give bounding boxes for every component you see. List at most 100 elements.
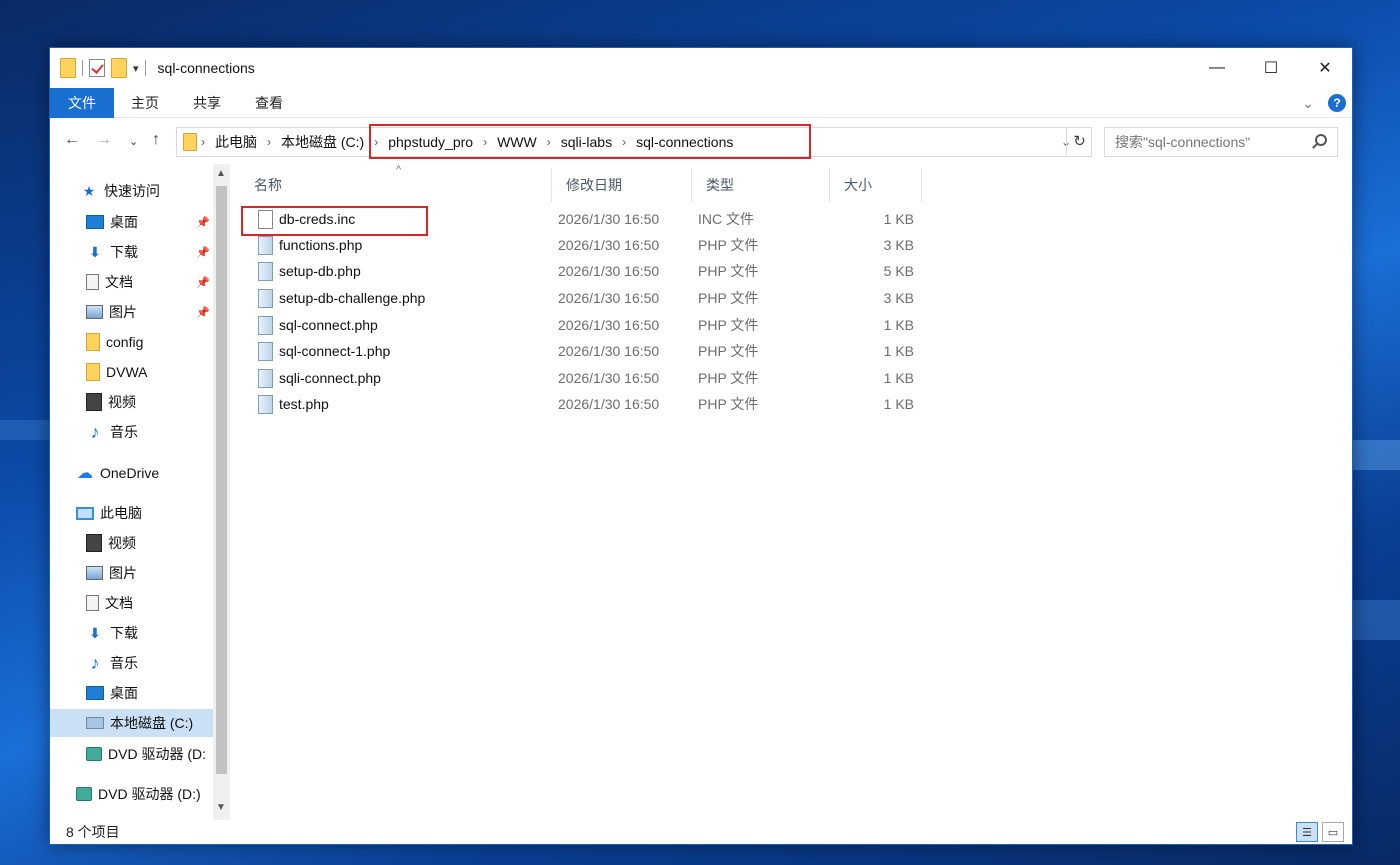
tab-share[interactable]: 共享 bbox=[176, 88, 238, 118]
tab-file[interactable]: 文件 bbox=[50, 87, 114, 118]
table-row[interactable]: sql-connect-1.php 2026/1/30 16:50 PHP 文件… bbox=[240, 338, 940, 364]
ribbon-right: ⌄ ? bbox=[1302, 94, 1346, 112]
folder-icon bbox=[86, 363, 100, 381]
file-date: 2026/1/30 16:50 bbox=[558, 370, 660, 386]
view-switcher: ☰ ▭ bbox=[1296, 822, 1344, 842]
large-icons-view-icon[interactable]: ▭ bbox=[1322, 822, 1344, 842]
nav-item-dvwa[interactable]: DVWA bbox=[86, 358, 147, 386]
table-row[interactable]: setup-db-challenge.php 2026/1/30 16:50 P… bbox=[240, 285, 940, 311]
breadcrumb-local-disk[interactable]: 本地磁盘 (C:) bbox=[281, 132, 364, 152]
pin-icon[interactable]: 📌 bbox=[196, 306, 210, 319]
folder-icon bbox=[86, 333, 100, 351]
nav-item-onedrive[interactable]: ☁ OneDrive bbox=[76, 459, 159, 487]
back-arrow-icon[interactable]: ← bbox=[64, 131, 80, 149]
column-header-type[interactable]: 类型 bbox=[692, 168, 830, 202]
expand-ribbon-chevron-icon[interactable]: ⌄ bbox=[1302, 95, 1314, 112]
nav-item-dvd-drive[interactable]: DVD 驱动器 (D:) bbox=[76, 780, 201, 808]
nav-item-music[interactable]: ♪ 音乐 bbox=[86, 649, 139, 677]
file-date: 2026/1/30 16:50 bbox=[558, 237, 660, 253]
tab-home[interactable]: 主页 bbox=[114, 88, 176, 118]
window-controls: — ☐ ✕ bbox=[1190, 48, 1352, 88]
column-header-name[interactable]: 名称 ^ bbox=[240, 164, 552, 202]
maximize-button[interactable]: ☐ bbox=[1244, 48, 1298, 88]
properties-icon[interactable] bbox=[89, 59, 105, 77]
search-box[interactable] bbox=[1104, 127, 1338, 157]
file-name: sql-connect-1.php bbox=[279, 343, 391, 359]
nav-item-music[interactable]: ♪ 音乐 bbox=[86, 418, 139, 446]
pin-icon[interactable]: 📌 bbox=[196, 246, 210, 259]
column-header-size[interactable]: 大小 bbox=[830, 168, 922, 202]
pin-icon[interactable]: 📌 bbox=[196, 276, 210, 289]
scroll-up-icon[interactable]: ▲ bbox=[216, 168, 226, 179]
nav-item-label: 文档 bbox=[105, 274, 133, 290]
file-name-cell[interactable]: test.php bbox=[258, 391, 329, 417]
search-icon[interactable] bbox=[1315, 134, 1327, 146]
nav-item-desktop[interactable]: 桌面 bbox=[86, 679, 138, 707]
close-button[interactable]: ✕ bbox=[1298, 48, 1352, 88]
nav-item-label: 视频 bbox=[108, 535, 136, 551]
breadcrumb-this-pc[interactable]: 此电脑 bbox=[215, 132, 257, 152]
file-size: 1 KB bbox=[883, 396, 914, 412]
tab-view[interactable]: 查看 bbox=[238, 88, 300, 118]
php-file-icon bbox=[258, 261, 273, 281]
new-folder-icon[interactable] bbox=[111, 58, 127, 78]
scrollbar-thumb[interactable] bbox=[216, 186, 227, 774]
nav-item-documents[interactable]: 文档 bbox=[86, 268, 133, 296]
minimize-button[interactable]: — bbox=[1190, 48, 1244, 88]
nav-item-this-pc[interactable]: 此电脑 bbox=[76, 499, 142, 527]
php-file-icon bbox=[258, 341, 273, 361]
quick-access-toolbar: ▾ bbox=[60, 58, 146, 78]
file-name-cell[interactable]: sql-connect.php bbox=[258, 312, 378, 338]
column-header-date[interactable]: 修改日期 bbox=[552, 168, 692, 202]
path-highlight-box bbox=[369, 124, 811, 159]
nav-item-label: config bbox=[106, 334, 144, 350]
nav-item-pictures[interactable]: 图片 bbox=[86, 298, 137, 326]
nav-item-documents[interactable]: 文档 bbox=[86, 589, 133, 617]
status-bar: 8 个项目 ☰ ▭ bbox=[50, 818, 1352, 846]
table-row[interactable]: sqli-connect.php 2026/1/30 16:50 PHP 文件 … bbox=[240, 365, 940, 391]
recent-locations-chevron-icon[interactable]: ⌄ bbox=[129, 135, 138, 148]
computer-icon bbox=[76, 506, 94, 520]
file-name-cell[interactable]: setup-db.php bbox=[258, 258, 361, 284]
video-icon bbox=[86, 534, 102, 552]
window-title: sql-connections bbox=[157, 60, 255, 76]
file-date: 2026/1/30 16:50 bbox=[558, 317, 660, 333]
desktop-wallpaper-streak bbox=[0, 420, 49, 440]
nav-quick-access[interactable]: ★ 快速访问 bbox=[80, 177, 160, 205]
picture-icon bbox=[86, 566, 103, 580]
forward-arrow-icon[interactable]: → bbox=[96, 131, 112, 149]
nav-item-dvd-drive[interactable]: DVD 驱动器 (D: bbox=[86, 740, 211, 768]
table-row[interactable]: sql-connect.php 2026/1/30 16:50 PHP 文件 1… bbox=[240, 312, 940, 338]
customize-toolbar-dropdown[interactable]: ▾ bbox=[133, 62, 139, 75]
nav-item-downloads[interactable]: ⬇ 下载 bbox=[86, 619, 138, 647]
file-name-cell[interactable]: sql-connect-1.php bbox=[258, 338, 390, 364]
file-type: PHP 文件 bbox=[698, 290, 759, 306]
file-type: PHP 文件 bbox=[698, 343, 759, 359]
search-input[interactable] bbox=[1105, 128, 1305, 156]
file-name-cell[interactable]: setup-db-challenge.php bbox=[258, 285, 425, 311]
file-size: 1 KB bbox=[883, 317, 914, 333]
file-size: 3 KB bbox=[883, 290, 914, 306]
nav-item-config[interactable]: config bbox=[86, 328, 143, 356]
details-view-icon[interactable]: ☰ bbox=[1296, 822, 1318, 842]
nav-item-desktop[interactable]: 桌面 bbox=[86, 208, 138, 236]
nav-item-pictures[interactable]: 图片 bbox=[86, 559, 137, 587]
chevron-right-icon[interactable]: › bbox=[201, 135, 205, 149]
nav-item-videos[interactable]: 视频 bbox=[86, 388, 136, 416]
file-name-cell[interactable]: sqli-connect.php bbox=[258, 365, 381, 391]
nav-scrollbar[interactable]: ▲ ▼ bbox=[213, 164, 230, 820]
nav-item-label: DVD 驱动器 (D: bbox=[108, 746, 206, 762]
nav-item-downloads[interactable]: ⬇ 下载 bbox=[86, 238, 138, 266]
refresh-icon[interactable]: ↻ bbox=[1066, 127, 1092, 155]
table-row[interactable]: test.php 2026/1/30 16:50 PHP 文件 1 KB bbox=[240, 391, 940, 417]
chevron-right-icon[interactable]: › bbox=[267, 135, 271, 149]
pin-icon[interactable]: 📌 bbox=[196, 216, 210, 229]
up-arrow-icon[interactable]: ↑ bbox=[152, 131, 160, 149]
nav-item-videos[interactable]: 视频 bbox=[86, 529, 136, 557]
table-row[interactable]: setup-db.php 2026/1/30 16:50 PHP 文件 5 KB bbox=[240, 258, 940, 284]
help-icon[interactable]: ? bbox=[1328, 94, 1346, 112]
scroll-down-icon[interactable]: ▼ bbox=[216, 802, 226, 813]
desktop-icon bbox=[86, 215, 104, 229]
column-header-label: 名称 bbox=[254, 177, 282, 193]
nav-item-local-disk-c[interactable]: 本地磁盘 (C:) bbox=[50, 709, 213, 737]
